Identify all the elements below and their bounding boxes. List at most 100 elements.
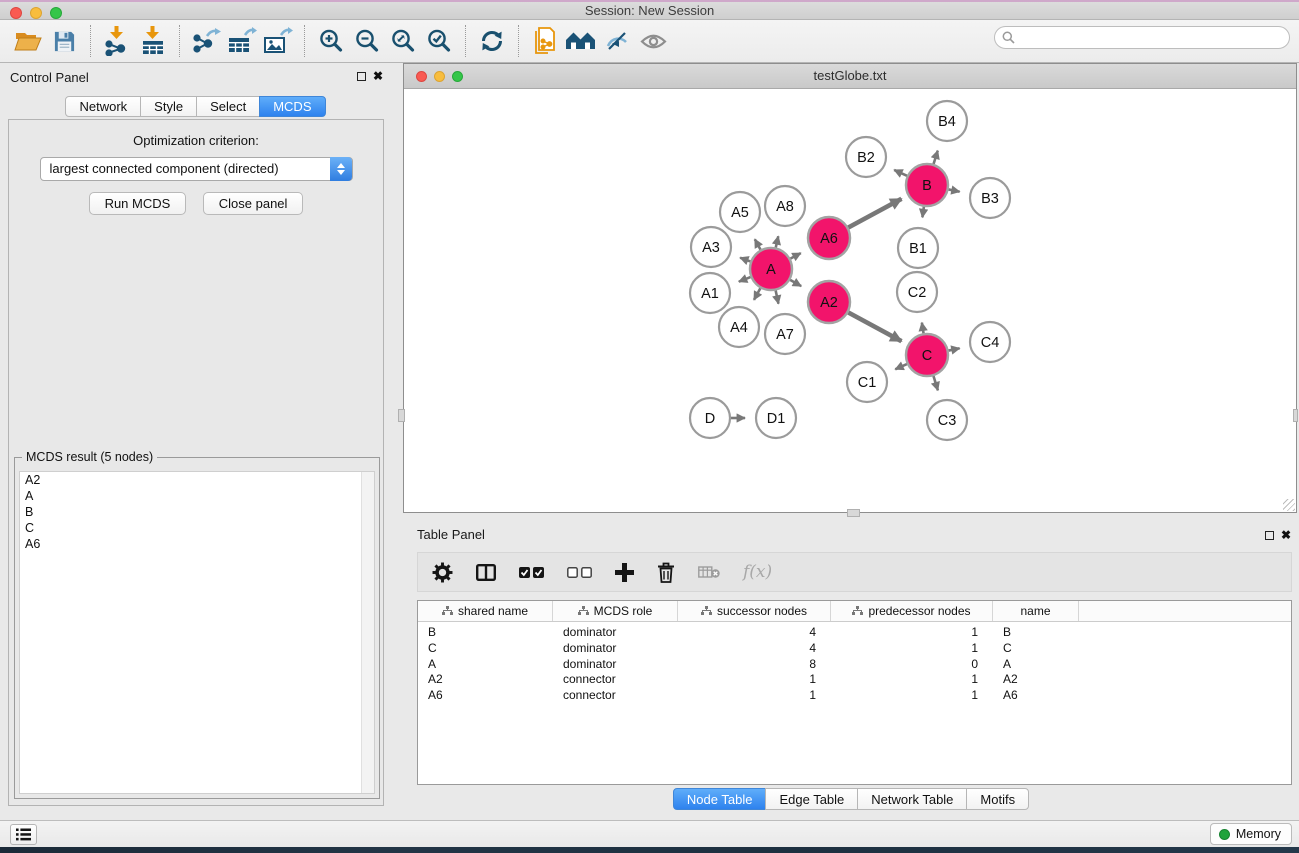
network-canvas[interactable]: AA1A2A3A4A5A6A7A8BB1B2B3B4CC1C2C3C4DD1 (404, 89, 1296, 512)
float-panel-icon[interactable] (357, 72, 366, 81)
refresh-icon[interactable] (474, 22, 510, 60)
tab-select[interactable]: Select (196, 96, 260, 117)
graph-node-C2[interactable]: C2 (897, 272, 937, 312)
zoom-out-icon[interactable] (349, 22, 385, 60)
task-history-button[interactable] (10, 824, 37, 845)
save-session-icon[interactable] (46, 22, 82, 60)
zoom-window-button[interactable] (50, 7, 62, 19)
graph-node-C1[interactable]: C1 (847, 362, 887, 402)
open-file-icon[interactable] (10, 22, 46, 60)
tab-network-table[interactable]: Network Table (857, 788, 967, 810)
search-field[interactable] (994, 26, 1290, 49)
column-header-successor-nodes[interactable]: successor nodes (678, 601, 831, 621)
graph-node-C4[interactable]: C4 (970, 322, 1010, 362)
tab-network[interactable]: Network (65, 96, 141, 117)
network-zoom-button[interactable] (452, 71, 463, 82)
search-input[interactable] (1020, 29, 1289, 47)
window-edge-handle-right[interactable] (1293, 409, 1298, 422)
table-row-A[interactable]: Adominator80A (418, 657, 1291, 673)
graph-edge-A-A3[interactable] (740, 258, 750, 262)
node-table[interactable]: shared nameMCDS rolesuccessor nodesprede… (417, 600, 1292, 785)
graph-node-A6[interactable]: A6 (808, 217, 850, 259)
settings-gear-icon[interactable] (432, 562, 453, 583)
result-item-C[interactable]: C (20, 520, 374, 536)
close-window-button[interactable] (10, 7, 22, 19)
graph-edge-C-C3[interactable] (933, 376, 937, 390)
run-mcds-button[interactable]: Run MCDS (89, 192, 187, 215)
show-column-icon[interactable] (476, 564, 496, 581)
resize-grip[interactable] (1283, 499, 1295, 511)
graph-edge-B-B1[interactable] (922, 207, 924, 218)
graph-edge-A-A4[interactable] (754, 288, 760, 300)
result-item-B[interactable]: B (20, 504, 374, 520)
home-icon[interactable] (563, 22, 599, 60)
graph-edge-C-C4[interactable] (949, 348, 960, 350)
graph-node-B4[interactable]: B4 (927, 101, 967, 141)
close-panel-icon[interactable]: ✖ (373, 71, 383, 81)
graph-node-A[interactable]: A (750, 248, 792, 290)
minimize-window-button[interactable] (30, 7, 42, 19)
column-header-name[interactable]: name (993, 601, 1079, 621)
graph-node-A3[interactable]: A3 (691, 227, 731, 267)
graph-node-C3[interactable]: C3 (927, 400, 967, 440)
graph-node-D[interactable]: D (690, 398, 730, 438)
column-header-shared-name[interactable]: shared name (418, 601, 553, 621)
graph-node-A5[interactable]: A5 (720, 192, 760, 232)
tab-motifs[interactable]: Motifs (966, 788, 1029, 810)
graph-node-A4[interactable]: A4 (719, 307, 759, 347)
select-all-checkbox-icon[interactable] (519, 567, 544, 578)
export-table-icon[interactable] (224, 22, 260, 60)
network-minimize-button[interactable] (434, 71, 445, 82)
add-column-icon[interactable] (615, 563, 634, 582)
deselect-all-checkbox-icon[interactable] (567, 567, 592, 578)
graph-node-A8[interactable]: A8 (765, 186, 805, 226)
graph-node-A1[interactable]: A1 (690, 273, 730, 313)
column-header-predecessor-nodes[interactable]: predecessor nodes (831, 601, 993, 621)
table-row-B[interactable]: Bdominator41B (418, 625, 1291, 641)
import-network-icon[interactable] (99, 22, 135, 60)
import-table-icon[interactable] (135, 22, 171, 60)
zoom-in-icon[interactable] (313, 22, 349, 60)
memory-button[interactable]: Memory (1210, 823, 1292, 845)
new-network-from-selection-icon[interactable] (527, 22, 563, 60)
graph-node-B3[interactable]: B3 (970, 178, 1010, 218)
graph-node-B1[interactable]: B1 (898, 228, 938, 268)
float-table-panel-icon[interactable] (1265, 531, 1274, 540)
mcds-result-list[interactable]: A2ABCA6 (19, 471, 375, 794)
criterion-dropdown[interactable]: largest connected component (directed) (40, 157, 353, 181)
graph-edge-A6-B[interactable] (848, 199, 901, 228)
tab-edge-table[interactable]: Edge Table (765, 788, 858, 810)
delete-column-icon[interactable] (657, 562, 675, 583)
graph-edge-A-A1[interactable] (739, 277, 751, 282)
graph-edge-A-A2[interactable] (790, 280, 801, 286)
graph-node-A7[interactable]: A7 (765, 314, 805, 354)
graph-edge-B-B4[interactable] (934, 151, 938, 164)
graph-edge-C-C2[interactable] (922, 323, 924, 334)
graph-node-C[interactable]: C (906, 334, 948, 376)
export-network-icon[interactable] (188, 22, 224, 60)
tab-style[interactable]: Style (140, 96, 197, 117)
zoom-fit-icon[interactable] (385, 22, 421, 60)
column-header-MCDS-role[interactable]: MCDS role (553, 601, 678, 621)
export-image-icon[interactable] (260, 22, 296, 60)
graph-node-A2[interactable]: A2 (808, 281, 850, 323)
show-all-icon[interactable] (635, 22, 671, 60)
graph-node-B[interactable]: B (906, 164, 948, 206)
graph-edge-A2-C[interactable] (848, 312, 901, 341)
window-edge-handle-left[interactable] (398, 409, 405, 422)
table-row-A6[interactable]: A6connector11A6 (418, 688, 1291, 704)
close-panel-button[interactable]: Close panel (203, 192, 304, 215)
tab-node-table[interactable]: Node Table (673, 788, 767, 810)
graph-edge-A-A8[interactable] (776, 236, 779, 247)
graph-node-D1[interactable]: D1 (756, 398, 796, 438)
window-edge-handle-bottom[interactable] (847, 509, 860, 517)
zoom-selected-icon[interactable] (421, 22, 457, 60)
result-item-A6[interactable]: A6 (20, 536, 374, 552)
close-table-panel-icon[interactable]: ✖ (1281, 530, 1291, 540)
graph-edge-B-B2[interactable] (894, 170, 907, 176)
hide-selected-icon[interactable] (599, 22, 635, 60)
graph-edge-B-B3[interactable] (949, 189, 960, 191)
graph-edge-A-A7[interactable] (776, 291, 779, 304)
graph-edge-C-C1[interactable] (895, 364, 907, 369)
network-close-button[interactable] (416, 71, 427, 82)
